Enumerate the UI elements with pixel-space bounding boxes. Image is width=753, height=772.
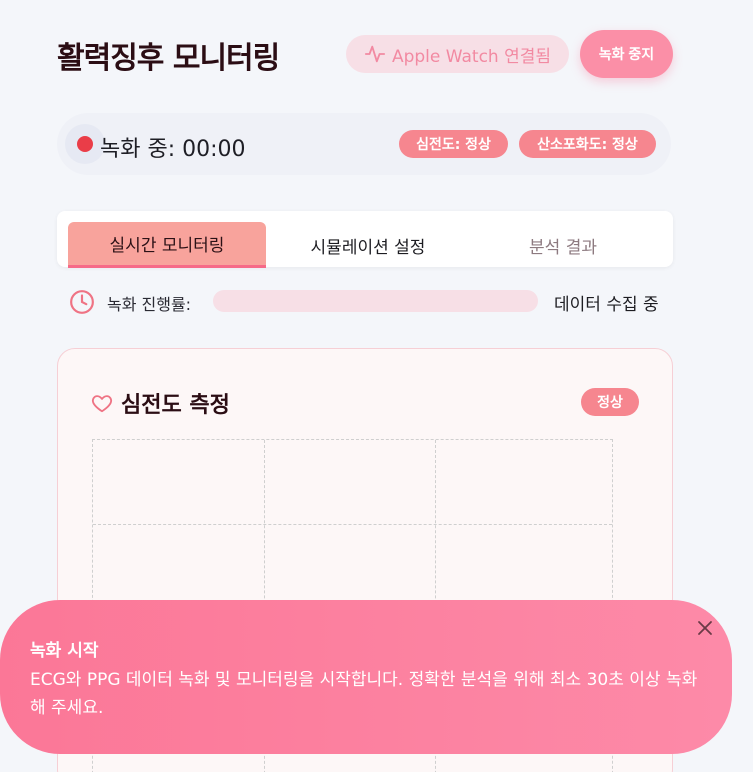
clock-icon bbox=[65, 285, 99, 319]
ecg-card-header: 심전도 측정 bbox=[91, 387, 230, 419]
progress-row: 녹화 진행률: 데이터 수집 중 bbox=[57, 280, 673, 324]
spo2-status-badge: 산소포화도: 정상 bbox=[519, 130, 656, 158]
recording-indicator bbox=[65, 124, 105, 164]
tab-realtime-monitoring[interactable]: 실시간 모니터링 bbox=[68, 222, 266, 268]
heart-icon bbox=[91, 395, 113, 413]
grid-line bbox=[93, 524, 612, 525]
heart-pulse-icon bbox=[364, 45, 386, 63]
recording-timer: 녹화 중: 00:00 bbox=[100, 137, 246, 162]
recording-bar: 녹화 중: 00:00 심전도: 정상 산소포화도: 정상 bbox=[57, 113, 671, 175]
ecg-status-badge: 심전도: 정상 bbox=[399, 130, 508, 158]
ecg-card-status-badge: 정상 bbox=[581, 388, 639, 416]
ecg-card-title: 심전도 측정 bbox=[121, 393, 230, 418]
progress-bar bbox=[213, 290, 538, 312]
tab-bar: 실시간 모니터링 시뮬레이션 설정 분석 결과 bbox=[57, 211, 673, 268]
close-icon[interactable] bbox=[695, 618, 715, 638]
watch-status-badge: Apple Watch 연결됨 bbox=[346, 35, 569, 73]
stop-recording-button[interactable]: 녹화 중지 bbox=[580, 30, 673, 78]
page-title: 활력징후 모니터링 bbox=[57, 41, 280, 76]
recording-dot-icon bbox=[77, 136, 93, 152]
progress-status: 데이터 수집 중 bbox=[554, 295, 659, 315]
progress-label: 녹화 진행률: bbox=[107, 295, 192, 314]
tab-analysis-results[interactable]: 분석 결과 bbox=[464, 222, 662, 268]
watch-status-label: Apple Watch 연결됨 bbox=[391, 46, 552, 67]
toast-title: 녹화 시작 bbox=[30, 641, 99, 661]
header: 활력징후 모니터링 Apple Watch 연결됨 녹화 중지 bbox=[57, 30, 673, 80]
toast-message: ECG와 PPG 데이터 녹화 및 모니터링을 시작합니다. 정확한 분석을 위… bbox=[30, 670, 698, 718]
recording-started-toast: 녹화 시작 ECG와 PPG 데이터 녹화 및 모니터링을 시작합니다. 정확한… bbox=[0, 600, 732, 754]
tab-simulation-settings[interactable]: 시뮬레이션 설정 bbox=[269, 222, 467, 268]
